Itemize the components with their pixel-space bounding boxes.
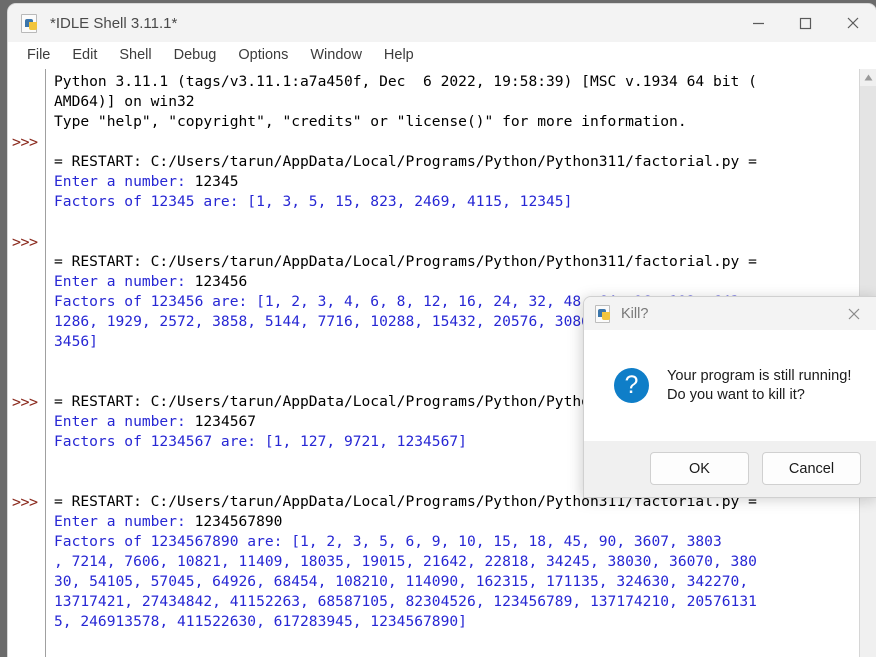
menu-item-shell[interactable]: Shell xyxy=(108,45,162,65)
dialog-titlebar: Kill? xyxy=(584,297,876,330)
prompt-gutter: >>> >>> >>> >>> >>> xyxy=(8,69,46,657)
shell-text-span: Enter a number: xyxy=(54,413,195,430)
shell-line: 30, 54105, 57045, 64926, 68454, 108210, … xyxy=(54,572,876,592)
shell-line: = RESTART: C:/Users/tarun/AppData/Local/… xyxy=(54,252,876,272)
dialog-close-button[interactable] xyxy=(831,297,876,330)
shell-line: Enter a number: 12345 xyxy=(54,172,876,192)
shell-text-span: = RESTART: C:/Users/tarun/AppData/Local/… xyxy=(54,153,757,170)
maximize-icon xyxy=(799,17,812,29)
menu-item-window[interactable]: Window xyxy=(299,45,373,65)
shell-text-span: Python 3.11.1 (tags/v3.11.1:a7a450f, Dec… xyxy=(54,73,757,90)
shell-line: Type "help", "copyright", "credits" or "… xyxy=(54,112,876,132)
kill-dialog: Kill? ? Your program is still running! D… xyxy=(583,296,876,498)
menu-item-edit[interactable]: Edit xyxy=(61,45,108,65)
shell-text-span: , 7214, 7606, 10821, 11409, 18035, 19015… xyxy=(54,553,757,570)
shell-text-span: Enter a number: xyxy=(54,513,195,530)
shell-text-span: 30, 54105, 57045, 64926, 68454, 108210, … xyxy=(54,573,749,590)
shell-text-span: Enter a number: xyxy=(54,273,195,290)
minimize-icon xyxy=(753,22,764,24)
shell-line: 5, 246913578, 411522630, 617283945, 1234… xyxy=(54,612,876,632)
shell-prompt-marker: >>> xyxy=(12,652,38,657)
ok-button[interactable]: OK xyxy=(650,452,749,485)
shell-text-span: Type "help", "copyright", "credits" or "… xyxy=(54,113,687,130)
shell-line: Python 3.11.1 (tags/v3.11.1:a7a450f, Dec… xyxy=(54,72,876,92)
screen: *IDLE Shell 3.11.1* File Edit Shell Debu… xyxy=(0,0,876,657)
close-icon xyxy=(848,308,860,319)
menu-item-help[interactable]: Help xyxy=(373,45,425,65)
menu-item-options[interactable]: Options xyxy=(227,45,299,65)
dialog-footer: OK Cancel xyxy=(584,441,876,496)
python-file-icon xyxy=(595,305,612,323)
shell-text-span: 1234567 xyxy=(194,413,257,430)
minimize-button[interactable] xyxy=(735,4,782,42)
question-icon: ? xyxy=(614,368,649,403)
shell-line: , 7214, 7606, 10821, 11409, 18035, 19015… xyxy=(54,552,876,572)
window-titlebar: *IDLE Shell 3.11.1* xyxy=(8,4,876,42)
menu-item-file[interactable]: File xyxy=(16,45,61,65)
dialog-message-line-2: Do you want to kill it? xyxy=(667,386,805,403)
shell-text-span: 1234567890 xyxy=(194,513,283,530)
maximize-button[interactable] xyxy=(782,4,829,42)
shell-text-span: AMD64)] on win32 xyxy=(54,93,195,110)
shell-line: 13717421, 27434842, 41152263, 68587105, … xyxy=(54,592,876,612)
shell-line: Enter a number: 123456 xyxy=(54,272,876,292)
shell-line: = RESTART: C:/Users/tarun/AppData/Local/… xyxy=(54,152,876,172)
shell-text-span: 13717421, 27434842, 41152263, 68587105, … xyxy=(54,593,757,610)
cancel-button[interactable]: Cancel xyxy=(762,452,861,485)
menu-item-debug[interactable]: Debug xyxy=(163,45,228,65)
shell-text-span: Factors of 12345 are: [1, 3, 5, 15, 823,… xyxy=(54,193,573,210)
shell-prompt-marker: >>> xyxy=(12,233,38,251)
shell-line: AMD64)] on win32 xyxy=(54,92,876,112)
shell-text-span: 5, 246913578, 411522630, 617283945, 1234… xyxy=(54,613,467,630)
menubar: File Edit Shell Debug Options Window Hel… xyxy=(8,42,876,69)
scroll-up-arrow-icon[interactable] xyxy=(860,69,876,86)
window-title: *IDLE Shell 3.11.1* xyxy=(50,14,178,32)
shell-line: Factors of 12345 are: [1, 3, 5, 15, 823,… xyxy=(54,192,876,212)
close-icon xyxy=(847,17,858,29)
shell-text-span: Enter a number: xyxy=(54,173,195,190)
shell-text-span: Factors of 1234567 are: [1, 127, 9721, 1… xyxy=(54,433,467,450)
shell-text-span: Factors of 1234567890 are: [1, 2, 3, 5, … xyxy=(54,533,722,550)
shell-text-span: 123456 xyxy=(194,273,248,290)
close-button[interactable] xyxy=(829,4,876,42)
shell-text-span: 12345 xyxy=(194,173,239,190)
dialog-message-line-1: Your program is still running! xyxy=(667,367,852,384)
shell-text-span: 3456] xyxy=(54,333,98,350)
shell-line: Enter a number: 1234567890 xyxy=(54,512,876,532)
shell-prompt-marker: >>> xyxy=(12,493,38,511)
dialog-message: Your program is still running! Do you wa… xyxy=(667,367,851,405)
dialog-body: ? Your program is still running! Do you … xyxy=(584,330,876,441)
dialog-title: Kill? xyxy=(621,305,649,322)
window-controls xyxy=(735,4,876,42)
shell-prompt-marker: >>> xyxy=(12,133,38,151)
shell-text-span: = RESTART: C:/Users/tarun/AppData/Local/… xyxy=(54,253,757,270)
shell-line: Factors of 1234567890 are: [1, 2, 3, 5, … xyxy=(54,532,876,552)
python-file-icon xyxy=(21,14,39,33)
shell-prompt-marker: >>> xyxy=(12,393,38,411)
